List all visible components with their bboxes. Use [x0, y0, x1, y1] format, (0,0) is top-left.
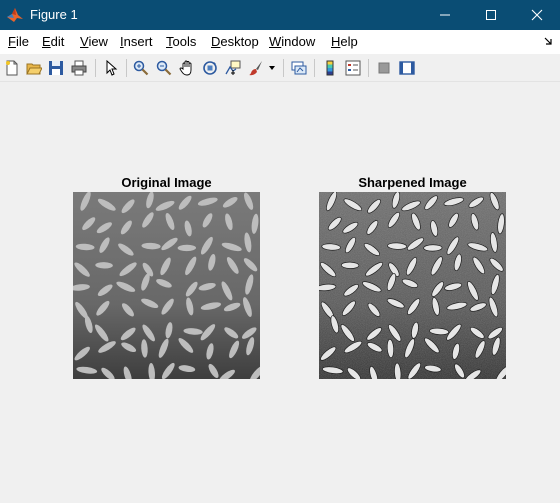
- zoom-out-icon: [156, 60, 172, 76]
- toolbar: [0, 54, 560, 82]
- axes-title-original: Original Image: [121, 175, 212, 190]
- brush-dropdown-button[interactable]: [266, 58, 278, 78]
- hide-plot-tools-button[interactable]: [374, 58, 394, 78]
- link-plot-button[interactable]: [289, 58, 309, 78]
- menu-file-mnemonic: F: [8, 34, 16, 49]
- minimize-button[interactable]: [422, 0, 468, 30]
- matlab-logo-icon: [7, 8, 23, 22]
- menu-tools-label: ools: [172, 34, 197, 49]
- menu-edit[interactable]: Edit: [42, 34, 64, 49]
- menu-bar: File Edit View Insert Tools Desktop Wind…: [0, 30, 560, 54]
- print-button[interactable]: [69, 58, 89, 78]
- zoom-out-button[interactable]: [154, 58, 174, 78]
- menu-insert-label: nsert: [123, 34, 153, 49]
- rotate-3d-button[interactable]: [200, 58, 220, 78]
- maximize-icon: [486, 10, 496, 20]
- print-icon: [71, 60, 87, 76]
- window-title: Figure 1: [30, 7, 78, 22]
- pan-hand-icon: [179, 60, 192, 76]
- data-cursor-button[interactable]: [223, 58, 243, 78]
- menu-desktop-label: esktop: [220, 34, 259, 49]
- insert-legend-button[interactable]: [343, 58, 363, 78]
- menu-view[interactable]: View: [80, 34, 108, 49]
- open-file-icon: [26, 63, 42, 75]
- sharpened-image[interactable]: [319, 192, 506, 379]
- original-rice-image: [73, 192, 260, 379]
- menu-desktop-mnemonic: D: [211, 34, 221, 49]
- new-figure-button[interactable]: [2, 58, 22, 78]
- toolbar-separator: [95, 59, 96, 77]
- new-figure-icon: [6, 60, 18, 76]
- menu-file-label: ile: [15, 34, 29, 49]
- chevron-down-icon: [269, 66, 275, 70]
- minimize-icon: [440, 14, 450, 16]
- maximize-button[interactable]: [468, 0, 514, 30]
- close-icon: [531, 9, 543, 21]
- menu-view-label: iew: [88, 34, 108, 49]
- menu-tools[interactable]: Tools: [166, 34, 196, 49]
- pan-button[interactable]: [177, 58, 197, 78]
- show-plot-tools-icon: [399, 61, 415, 75]
- toolbar-separator: [314, 59, 315, 77]
- rotate-3d-icon: [203, 61, 217, 75]
- select-arrow-button[interactable]: [101, 58, 121, 78]
- sharpened-rice-image: [319, 192, 506, 379]
- hide-plot-tools-icon: [378, 62, 390, 74]
- menu-desktop[interactable]: Desktop: [211, 34, 259, 49]
- menu-window[interactable]: Window: [269, 34, 315, 49]
- open-file-button[interactable]: [24, 58, 44, 78]
- save-icon: [49, 61, 63, 75]
- zoom-in-button[interactable]: [131, 58, 151, 78]
- menu-insert[interactable]: Insert: [120, 34, 153, 49]
- link-plot-icon: [291, 61, 307, 75]
- brush-icon: [249, 61, 262, 76]
- menu-edit-label: dit: [50, 34, 65, 49]
- dock-arrow-icon[interactable]: [544, 36, 554, 46]
- select-arrow-icon: [106, 60, 118, 76]
- toolbar-separator: [283, 59, 284, 77]
- colorbar-icon: [326, 60, 334, 76]
- menu-help-mnemonic: H: [331, 34, 341, 49]
- close-button[interactable]: [514, 0, 560, 30]
- save-button[interactable]: [46, 58, 66, 78]
- zoom-in-icon: [133, 60, 149, 76]
- menu-help-label: elp: [340, 34, 358, 49]
- menu-window-label: indow: [281, 34, 316, 49]
- legend-icon: [345, 60, 361, 76]
- insert-colorbar-button[interactable]: [320, 58, 340, 78]
- brush-button[interactable]: [246, 58, 266, 78]
- data-cursor-icon: [225, 60, 241, 75]
- rice-grain: [423, 244, 443, 252]
- menu-file[interactable]: File: [8, 34, 29, 49]
- title-bar: Figure 1: [0, 0, 560, 30]
- rice-grain: [340, 261, 360, 269]
- menu-window-mnemonic: W: [269, 34, 282, 49]
- toolbar-separator: [368, 59, 369, 77]
- toolbar-separator: [126, 59, 127, 77]
- original-image[interactable]: [73, 192, 260, 379]
- show-plot-tools-button[interactable]: [397, 58, 417, 78]
- menu-help[interactable]: Help: [331, 34, 358, 49]
- menu-edit-mnemonic: E: [42, 34, 51, 49]
- axes-title-sharpened: Sharpened Image: [358, 175, 467, 190]
